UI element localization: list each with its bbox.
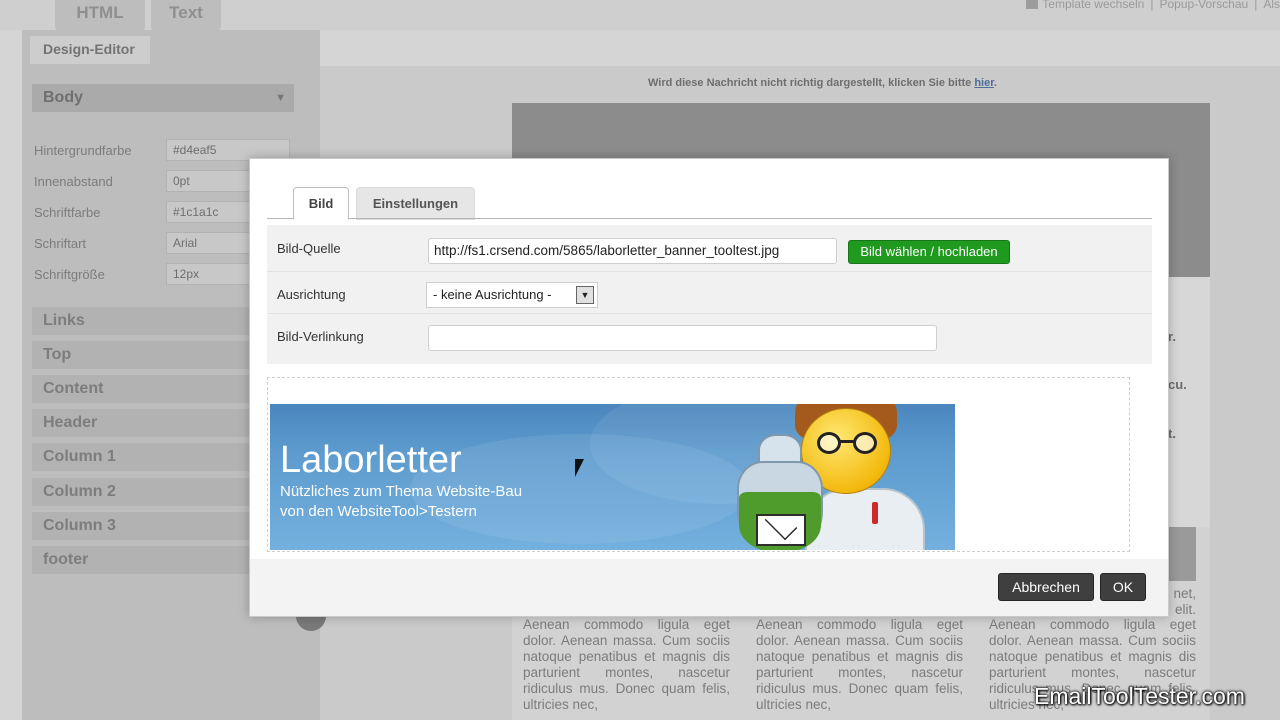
image-link-label: Bild-Verlinkung [277, 329, 364, 344]
image-link-input[interactable] [428, 325, 937, 351]
envelope-icon [756, 507, 806, 546]
tab-divider [267, 218, 1152, 219]
prop-label-padding: Innenabstand [34, 174, 113, 189]
alignment-label: Ausrichtung [277, 287, 346, 302]
side-text-fragment: t. [1168, 426, 1176, 441]
view-in-browser-notice: Wird diese Nachricht nicht richtig darge… [648, 77, 997, 89]
tab-text[interactable]: Text [151, 0, 221, 30]
image-preview-area: Laborletter Nützliches zum Thema Website… [267, 377, 1130, 552]
prop-label-background: Hintergrundfarbe [34, 143, 132, 158]
top-links: Template wechseln | Popup-Vorschau | Als [1026, 0, 1280, 11]
tab-settings[interactable]: Einstellungen [356, 187, 475, 220]
image-source-input[interactable]: http://fs1.crsend.com/5865/laborletter_b… [428, 238, 837, 264]
text-fragment: elit. [1174, 602, 1196, 617]
prop-label-font-size: Schriftgröße [34, 267, 105, 282]
image-dialog: Bild Einstellungen Bild-Quelle http://fs… [249, 158, 1169, 617]
pen-icon [872, 502, 878, 524]
glasses-icon [817, 432, 881, 454]
image-form: Bild-Quelle http://fs1.crsend.com/5865/l… [267, 225, 1152, 364]
template-switch-link[interactable]: Template wechseln [1042, 0, 1144, 11]
source-label: Bild-Quelle [277, 241, 341, 256]
email-column-1-text: Aenean commodo ligula eget dolor. Aenean… [523, 617, 730, 712]
prop-label-font-family: Schriftart [34, 236, 87, 251]
alignment-select-value: - keine Ausrichtung - [433, 287, 552, 302]
watermark: EmailToolTester.com [1034, 683, 1245, 709]
banner-title: Laborletter [280, 439, 462, 481]
dialog-footer: Abbrechen OK [250, 559, 1168, 616]
section-body-header[interactable]: Body ▼ [32, 84, 294, 112]
text-fragment: net, [1173, 586, 1196, 601]
ok-button[interactable]: OK [1100, 573, 1146, 601]
banner-subtitle-line-2: von den WebsiteTool>Testern [280, 503, 477, 520]
chevron-down-icon[interactable]: ▼ [576, 286, 594, 304]
prop-label-font-color: Schriftfarbe [34, 205, 101, 220]
form-row-align: Ausrichtung [267, 272, 1152, 314]
cancel-button[interactable]: Abbrechen [998, 573, 1094, 601]
mouse-cursor-icon [575, 459, 584, 477]
email-column-2-text: Aenean commodo ligula eget dolor. Aenean… [756, 617, 963, 712]
view-in-browser-link[interactable]: hier [974, 77, 994, 89]
banner-image: Laborletter Nützliches zum Thema Website… [270, 404, 955, 550]
popup-preview-link[interactable]: Popup-Vorschau [1159, 0, 1248, 11]
banner-subtitle-line-1: Nützliches zum Thema Website-Bau [280, 483, 523, 500]
template-icon [1026, 0, 1039, 9]
banner-subtitle: Nützliches zum Thema Website-Bau von den… [280, 482, 522, 522]
chevron-down-icon: ▼ [275, 92, 286, 104]
design-editor-tab[interactable]: Design-Editor [30, 36, 150, 64]
tab-html[interactable]: HTML [55, 0, 145, 30]
tab-image[interactable]: Bild [293, 187, 349, 220]
side-text-fragment: cu. [1168, 377, 1187, 392]
section-body-label: Body [43, 89, 83, 106]
upload-image-button[interactable]: Bild wählen / hochladen [848, 240, 1010, 264]
alignment-select[interactable]: - keine Ausrichtung - ▼ [426, 282, 598, 308]
lab-coat-illustration [805, 488, 925, 550]
side-text-fragment: r. [1168, 329, 1176, 344]
form-row-source: Bild-Quelle http://fs1.crsend.com/5865/l… [267, 225, 1152, 272]
as-link[interactable]: Als [1263, 0, 1280, 11]
